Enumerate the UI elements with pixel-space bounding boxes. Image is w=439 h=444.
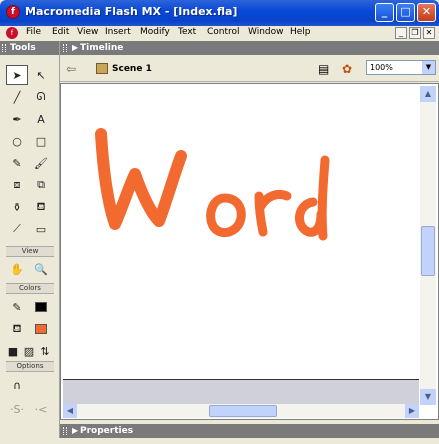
scene-label: Scene 1 (112, 64, 152, 74)
options-section: ∩ ·S· ·< (6, 375, 54, 419)
vertical-scroll-thumb[interactable] (421, 226, 435, 276)
edit-bar: ⇦ Scene 1 ▤ ✿ 100% ▼ (60, 56, 439, 82)
back-arrow-icon[interactable]: ⇦ (66, 62, 76, 76)
minimize-button[interactable]: _ (375, 3, 394, 22)
color-options-row: ■ ▨ ⇅ (6, 341, 54, 361)
pen-tool-icon[interactable]: ✒ (6, 109, 28, 129)
vertical-scrollbar[interactable]: ▲ ▼ (420, 86, 436, 405)
colors-section: ✎ ⛾ ■ ▨ ⇅ (6, 297, 54, 361)
scroll-down-icon[interactable]: ▼ (420, 389, 436, 405)
rectangle-tool-icon[interactable]: □ (30, 131, 52, 151)
menu-modify[interactable]: Modify (140, 27, 170, 37)
text-tool-icon[interactable]: A (30, 109, 52, 129)
magnet-icon[interactable]: ∩ (6, 375, 28, 395)
eraser-tool-icon[interactable]: ▭ (30, 219, 52, 239)
edit-symbols-icon[interactable]: ▤ (318, 62, 329, 76)
properties-title: Properties (80, 426, 134, 436)
swap-colors-icon[interactable]: ⇅ (38, 341, 52, 361)
title-bar: f Macromedia Flash MX - [Index.fla] _ □ … (0, 0, 439, 26)
pasteboard-strip (63, 379, 419, 405)
subselect-tool-icon[interactable]: ↖ (30, 65, 52, 85)
line-tool-icon[interactable]: ╱ (6, 87, 28, 107)
tools-grid-section: ➤ ↖ ╱ ᘏ ✒ A ○ □ ✎ 🖌 ⧈ ⧉ ⚱ ⛾ ⟋ ▭ (6, 65, 54, 239)
timeline-title: Timeline (80, 43, 124, 53)
fill-swatch[interactable] (35, 324, 47, 334)
options-row: ·S· ·< (6, 399, 54, 419)
scroll-left-icon[interactable]: ◀ (63, 404, 77, 418)
menu-bar: f File Edit View Insert Modify Text Cont… (0, 26, 439, 41)
zoom-value: 100% (370, 63, 393, 72)
arrow-tool-icon[interactable]: ➤ (6, 65, 28, 85)
fill-color-swatch[interactable] (30, 319, 52, 339)
options-section-label: Options (6, 361, 54, 372)
doc-close-button[interactable]: ✕ (423, 27, 435, 39)
menu-edit[interactable]: Edit (52, 27, 69, 37)
flash-icon: f (6, 5, 20, 19)
properties-header[interactable]: ▶ Properties (60, 424, 439, 438)
scene-icon (96, 63, 108, 74)
smooth-icon[interactable]: ·S· (6, 399, 28, 419)
ink-bottle-tool-icon[interactable]: ⚱ (6, 197, 28, 217)
eyedropper-tool-icon[interactable]: ⟋ (6, 219, 28, 239)
doc-minimize-button[interactable]: _ (395, 27, 407, 39)
pencil-tool-icon[interactable]: ✎ (6, 153, 28, 173)
tools-panel: Tools ➤ ↖ ╱ ᘏ ✒ A ○ □ ✎ 🖌 ⧈ ⧉ ⚱ ⛾ ⟋ ▭ Vi… (0, 41, 60, 444)
grip-icon[interactable] (63, 44, 67, 52)
fill-color-icon[interactable]: ⛾ (6, 319, 28, 339)
timeline-header[interactable]: ▶ Timeline (60, 41, 439, 55)
expand-arrow-icon[interactable]: ▶ (72, 41, 78, 55)
zoom-select[interactable]: 100% ▼ (366, 60, 436, 75)
default-colors-icon[interactable]: ■ (6, 341, 20, 361)
grip-icon[interactable] (2, 44, 6, 52)
menu-control[interactable]: Control (207, 27, 240, 37)
horizontal-scroll-thumb[interactable] (209, 405, 277, 417)
menu-window[interactable]: Window (248, 27, 284, 37)
stroke-swatch[interactable] (35, 302, 47, 312)
stroke-color-swatch[interactable] (30, 297, 52, 317)
zoom-tool-icon[interactable]: 🔍 (30, 259, 52, 279)
paint-bucket-tool-icon[interactable]: ⛾ (30, 197, 52, 217)
oval-tool-icon[interactable]: ○ (6, 131, 28, 151)
document-icon[interactable]: f (6, 27, 18, 39)
menu-view[interactable]: View (77, 27, 98, 37)
menu-file[interactable]: File (26, 27, 41, 37)
free-transform-tool-icon[interactable]: ⧈ (6, 175, 28, 195)
tools-title: Tools (10, 43, 36, 53)
tools-header[interactable]: Tools (0, 41, 59, 55)
menu-help[interactable]: Help (290, 27, 311, 37)
stroke-color-icon[interactable]: ✎ (6, 297, 28, 317)
no-color-icon[interactable]: ▨ (22, 341, 36, 361)
view-section-label: View (6, 246, 54, 257)
fill-transform-tool-icon[interactable]: ⧉ (30, 175, 52, 195)
straighten-icon[interactable]: ·< (30, 399, 52, 419)
maximize-button[interactable]: □ (396, 3, 415, 22)
scroll-up-icon[interactable]: ▲ (420, 86, 436, 102)
lasso-tool-icon[interactable]: ᘏ (30, 87, 52, 107)
document-window-controls: _ ❐ ✕ (393, 27, 435, 39)
chevron-down-icon[interactable]: ▼ (422, 61, 435, 74)
menu-insert[interactable]: Insert (105, 27, 131, 37)
expand-arrow-icon[interactable]: ▶ (72, 424, 78, 438)
scroll-right-icon[interactable]: ▶ (405, 404, 419, 418)
stage-canvas[interactable] (63, 86, 419, 379)
window-title: Macromedia Flash MX - [Index.fla] (25, 5, 238, 18)
colors-section-label: Colors (6, 283, 54, 294)
menu-text[interactable]: Text (178, 27, 196, 37)
close-button[interactable]: ✕ (417, 3, 436, 22)
drawing-word[interactable] (63, 86, 419, 379)
edit-scene-icon[interactable]: ✿ (342, 62, 352, 76)
grip-icon[interactable] (63, 427, 67, 435)
doc-restore-button[interactable]: ❐ (409, 27, 421, 39)
stage-area: ▲ ▼ ◀ ▶ (60, 83, 439, 420)
brush-tool-icon[interactable]: 🖌 (30, 153, 52, 173)
view-tools-section: ✋ 🔍 (6, 259, 54, 279)
bottom-strip (0, 438, 439, 444)
horizontal-scrollbar[interactable]: ◀ ▶ (63, 404, 419, 418)
hand-tool-icon[interactable]: ✋ (6, 259, 28, 279)
